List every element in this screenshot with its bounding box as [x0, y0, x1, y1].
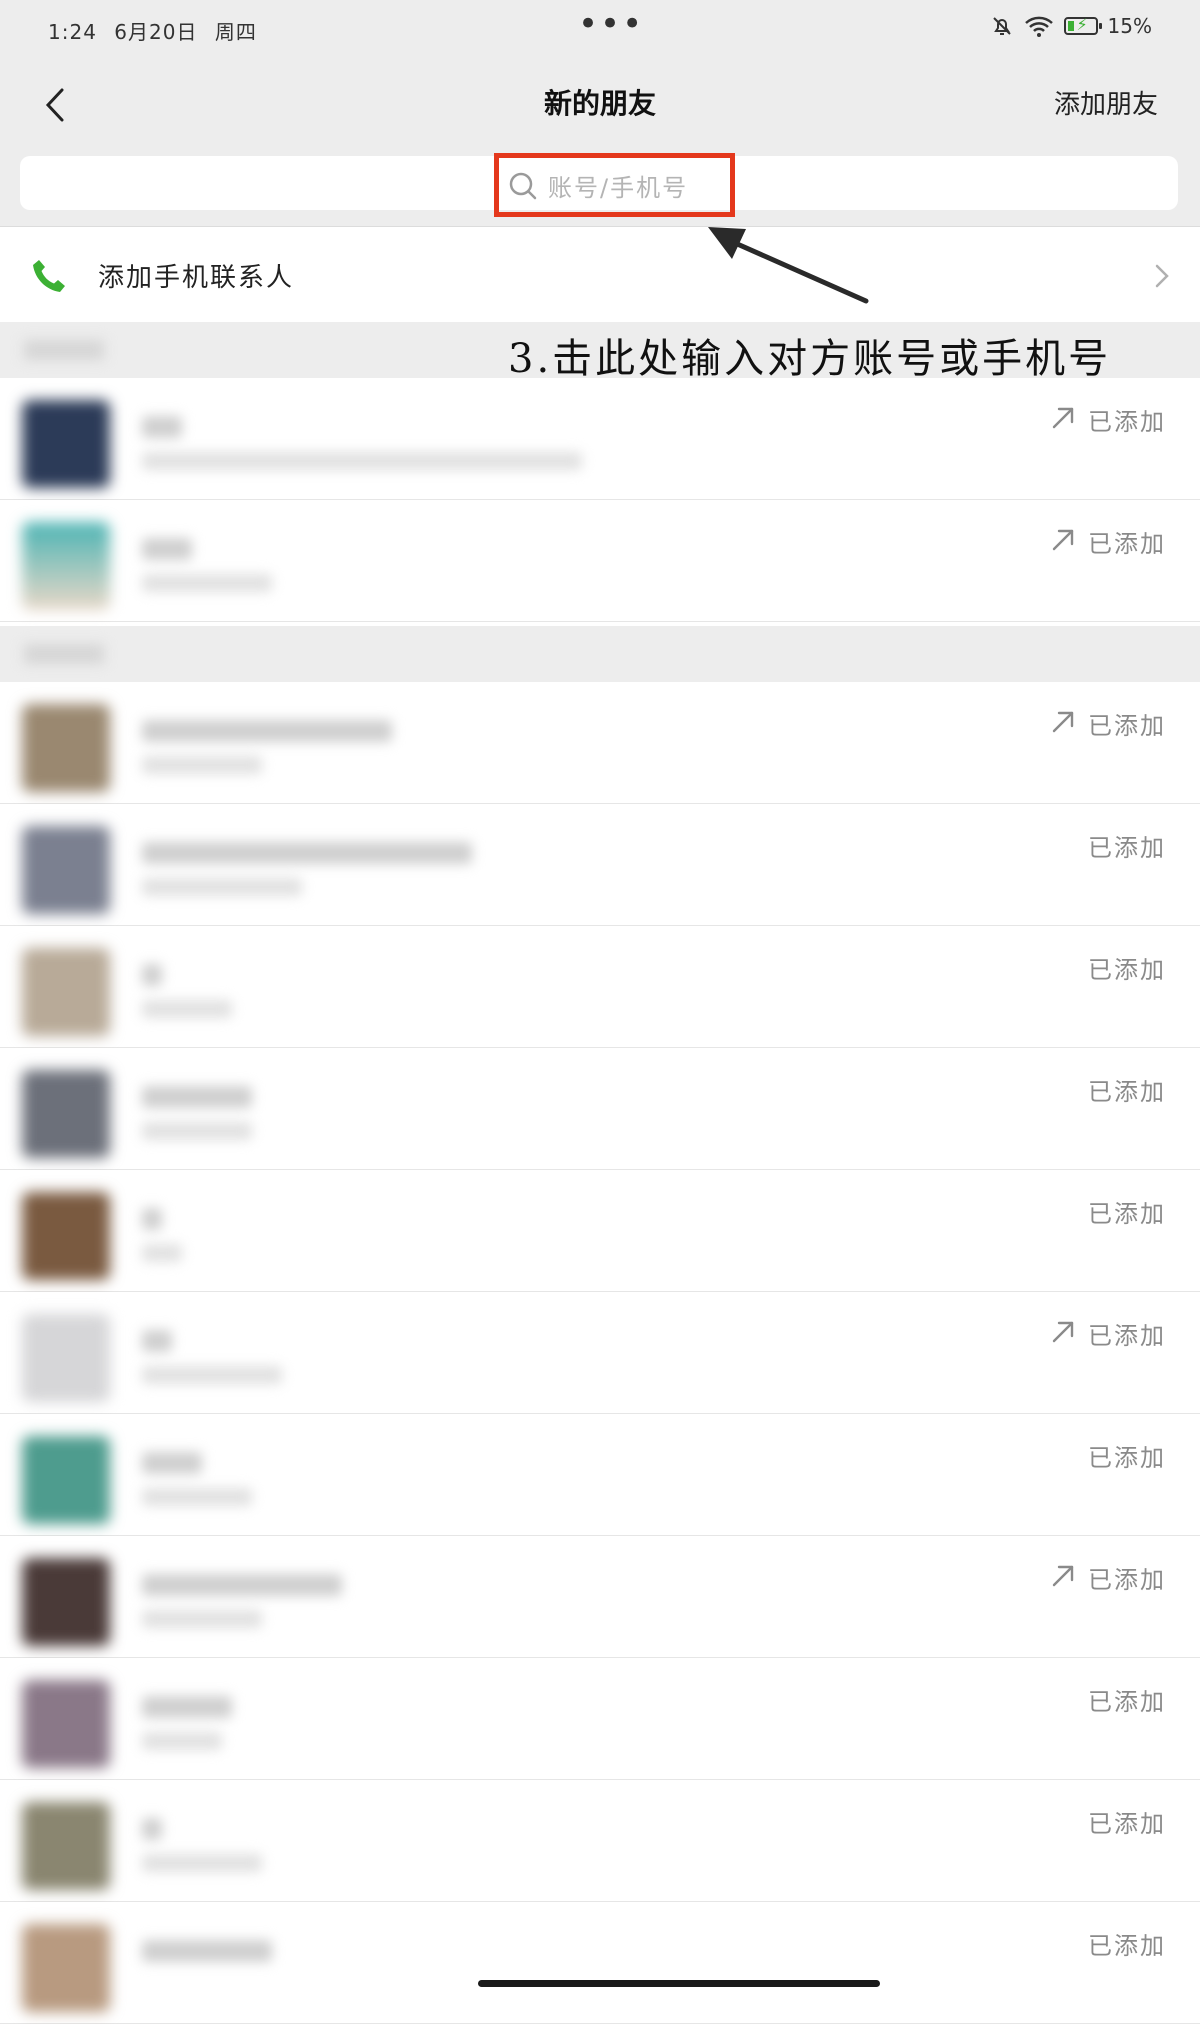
list-item[interactable]: 已添加 [0, 1170, 1200, 1292]
annotation-text: 3.击此处输入对方账号或手机号 [508, 336, 1112, 382]
list-item[interactable]: 已添加 [0, 682, 1200, 804]
share-arrow-icon [1050, 1563, 1076, 1593]
share-arrow-icon [1050, 527, 1076, 557]
avatar [22, 826, 110, 914]
request-status: 已添加 [1050, 706, 1166, 741]
weekday: 周四 [214, 20, 257, 44]
added-status-label: 已添加 [1088, 712, 1166, 740]
added-status-label: 已添加 [1088, 530, 1166, 558]
added-status-label: 已添加 [1088, 1444, 1166, 1472]
added-status-label: 已添加 [1088, 408, 1166, 436]
request-status: 已添加 [1088, 1804, 1166, 1839]
avatar [22, 1436, 110, 1524]
share-arrow-icon [1050, 709, 1076, 739]
avatar [22, 1558, 110, 1646]
chevron-right-icon [1155, 264, 1169, 288]
search-input[interactable]: 账号/手机号 [20, 156, 1178, 210]
add-friend-button[interactable]: 添加朋友 [1054, 84, 1158, 121]
request-status: 已添加 [1088, 1926, 1166, 1961]
battery-icon: ⚡ [1063, 15, 1102, 35]
avatar [22, 400, 110, 488]
added-status-label: 已添加 [1088, 1200, 1166, 1228]
avatar [22, 522, 110, 610]
request-status: 已添加 [1088, 1682, 1166, 1717]
wifi-icon [1024, 16, 1053, 37]
list-item[interactable]: 已添加 [0, 1048, 1200, 1170]
avatar [22, 1924, 110, 2012]
home-indicator[interactable] [478, 1980, 880, 1987]
request-status: 已添加 [1088, 1072, 1166, 1107]
list-item[interactable]: 已添加 [0, 500, 1200, 622]
added-status-label: 已添加 [1088, 1566, 1166, 1594]
added-status-label: 已添加 [1088, 834, 1166, 862]
date: 6月20日 [114, 20, 198, 44]
request-status: 已添加 [1088, 1438, 1166, 1473]
mute-bell-icon [992, 17, 1011, 35]
avatar [22, 704, 110, 792]
avatar [22, 1070, 110, 1158]
added-status-label: 已添加 [1088, 1078, 1166, 1106]
request-status: 已添加 [1088, 1194, 1166, 1229]
more-dots-icon[interactable]: ••• [578, 4, 644, 44]
avatar [22, 948, 110, 1036]
share-arrow-icon [1050, 405, 1076, 435]
list-item[interactable]: 已添加 [0, 378, 1200, 500]
avatar [22, 1802, 110, 1890]
request-status: 已添加 [1088, 950, 1166, 985]
request-status: 已添加 [1050, 402, 1166, 437]
request-status: 已添加 [1050, 1316, 1166, 1351]
added-status-label: 已添加 [1088, 1932, 1166, 1960]
request-status: 已添加 [1088, 828, 1166, 863]
list-item[interactable]: 已添加 [0, 1780, 1200, 1902]
request-status: 已添加 [1050, 524, 1166, 559]
list-item[interactable]: 已添加 [0, 1414, 1200, 1536]
search-placeholder-group: 账号/手机号 [508, 168, 688, 203]
phone-contacts-label: 添加手机联系人 [98, 263, 295, 293]
request-status: 已添加 [1050, 1560, 1166, 1595]
search-bar: 账号/手机号 [0, 152, 1200, 226]
status-icons: ⚡ 15% [990, 14, 1152, 38]
added-status-label: 已添加 [1088, 1688, 1166, 1716]
avatar [22, 1680, 110, 1768]
share-arrow-icon [1050, 1319, 1076, 1349]
added-status-label: 已添加 [1088, 956, 1166, 984]
page-title: 新的朋友 [543, 87, 656, 120]
avatar [22, 1192, 110, 1280]
add-phone-contacts-row[interactable]: 添加手机联系人 [0, 226, 1200, 323]
section-header [0, 626, 1200, 682]
search-icon [509, 172, 537, 199]
list-item[interactable]: 已添加 [0, 804, 1200, 926]
list-item[interactable]: 已添加 [0, 1902, 1200, 2024]
clock: 1:24 [48, 20, 97, 44]
avatar [22, 1314, 110, 1402]
added-status-label: 已添加 [1088, 1322, 1166, 1350]
list-item[interactable]: 已添加 [0, 926, 1200, 1048]
nav-bar: 新的朋友 添加朋友 [0, 58, 1200, 152]
annotation-arrow [708, 227, 869, 304]
battery-percent: 15% [1107, 14, 1152, 38]
list-item[interactable]: 已添加 [0, 1536, 1200, 1658]
list-item[interactable]: 已添加 [0, 1658, 1200, 1780]
added-status-label: 已添加 [1088, 1810, 1166, 1838]
status-time: 1:24 6月20日 周四 [48, 16, 257, 45]
phone-icon [33, 260, 65, 292]
status-bar: 1:24 6月20日 周四 ••• ⚡ 15% [0, 0, 1200, 58]
list-item[interactable]: 已添加 [0, 1292, 1200, 1414]
search-placeholder: 账号/手机号 [548, 174, 689, 202]
